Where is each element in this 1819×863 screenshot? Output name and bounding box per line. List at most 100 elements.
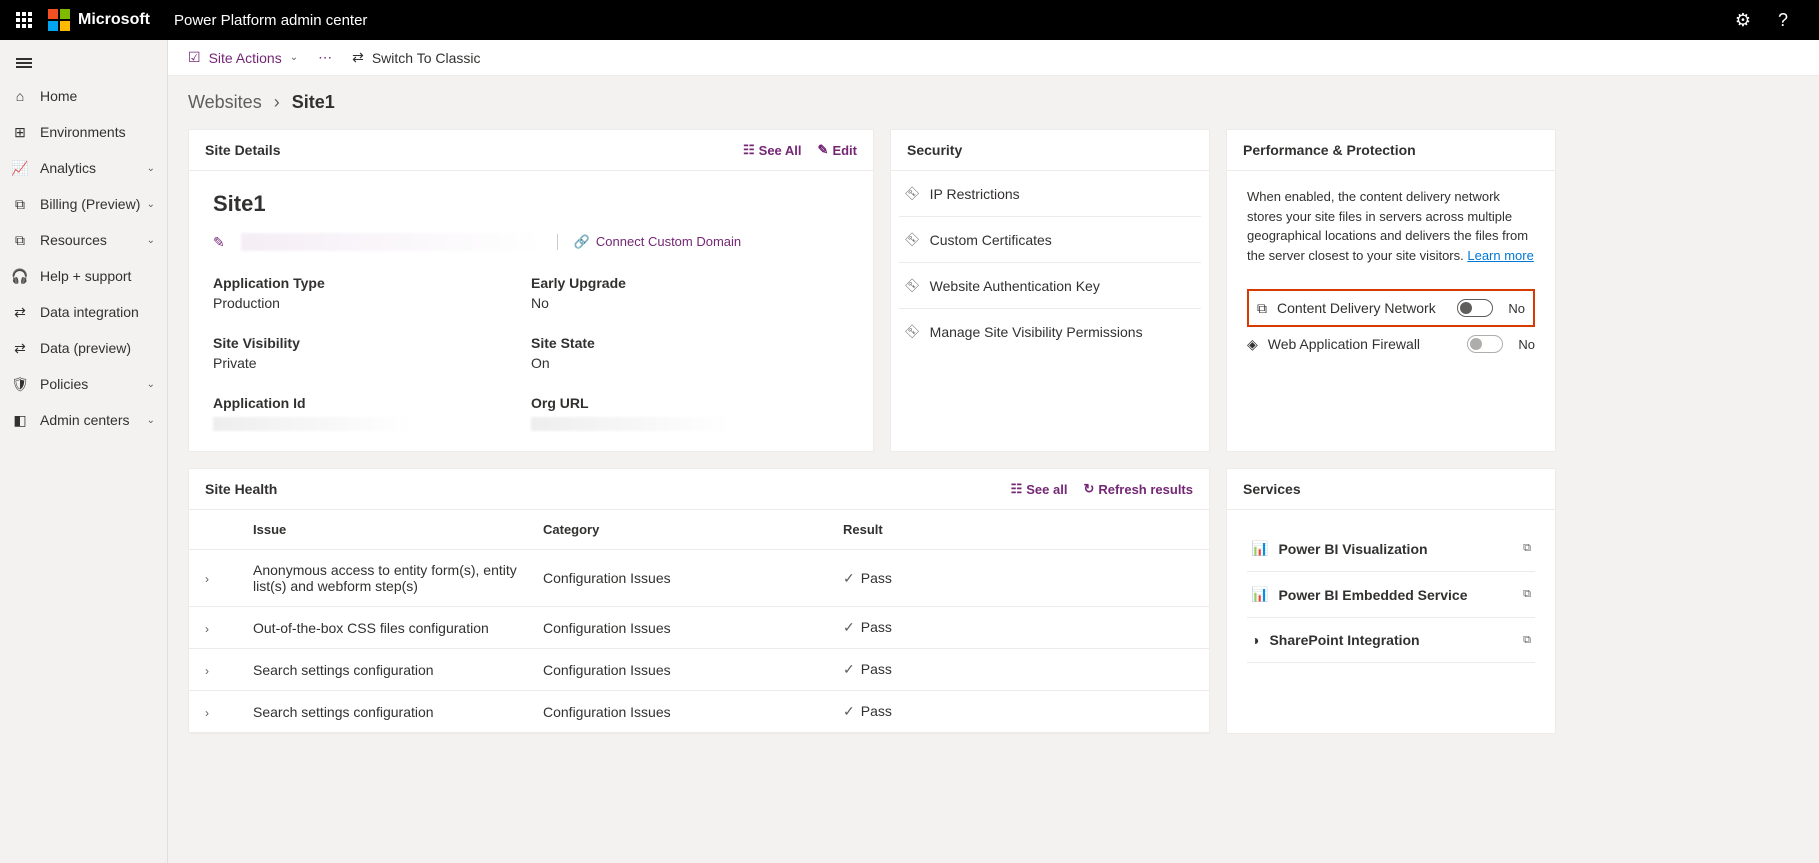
cdn-row: ⧉ Content Delivery Network No: [1247, 289, 1535, 327]
chevron-down-icon: ⌄: [147, 415, 155, 426]
service-powerbi-viz[interactable]: 📊Power BI Visualization⧉: [1247, 526, 1535, 572]
check-icon: ✓: [843, 661, 855, 677]
security-auth-key[interactable]: ⚿Website Authentication Key: [899, 263, 1201, 309]
app-launcher-icon[interactable]: [16, 12, 32, 28]
detail-app-type: Application TypeProduction: [213, 275, 531, 311]
left-nav: ⌂Home ⊞Environments 📈Analytics⌄ ⧉Billing…: [0, 40, 168, 863]
microsoft-logo: Microsoft: [48, 9, 150, 31]
breadcrumb-current: Site1: [292, 92, 335, 113]
key-icon: ⚿: [903, 184, 923, 204]
resources-icon: ⧉: [12, 232, 28, 248]
nav-home[interactable]: ⌂Home: [0, 78, 167, 114]
chevron-down-icon: ⌄: [147, 379, 155, 390]
waf-toggle[interactable]: [1467, 335, 1503, 353]
site-health-card: Site Health ☷See all ↻Refresh results Is…: [188, 468, 1210, 734]
connect-custom-domain-link[interactable]: 🔗Connect Custom Domain: [557, 234, 741, 250]
detail-org-url: Org URL: [531, 395, 849, 431]
chevron-down-icon: ⌄: [147, 163, 155, 174]
refresh-link[interactable]: ↻Refresh results: [1083, 481, 1193, 497]
refresh-icon: ↻: [1083, 481, 1094, 497]
nav-analytics[interactable]: 📈Analytics⌄: [0, 150, 167, 186]
card-title: Security: [907, 142, 962, 158]
nav-environments[interactable]: ⊞Environments: [0, 114, 167, 150]
site-details-card: Site Details ☷See All ✎Edit Site1 ✎ 🔗Con…: [188, 129, 874, 452]
pencil-icon[interactable]: ✎: [213, 234, 225, 251]
card-title: Performance & Protection: [1243, 142, 1416, 158]
see-all-link[interactable]: ☷See all: [1011, 481, 1068, 497]
app-id-redacted: [213, 417, 413, 431]
cdn-icon: ⧉: [1257, 300, 1267, 317]
list-icon: ☷: [1011, 481, 1023, 497]
expand-icon[interactable]: ›: [205, 706, 209, 720]
list-icon: ☷: [743, 142, 755, 158]
nav-collapse-button[interactable]: [0, 48, 167, 78]
health-row: ›Out-of-the-box CSS files configurationC…: [189, 607, 1209, 649]
security-visibility-permissions[interactable]: ⚿Manage Site Visibility Permissions: [899, 309, 1201, 354]
col-result: Result: [843, 522, 1193, 537]
more-actions-button[interactable]: ⋯: [318, 49, 332, 66]
cdn-description: When enabled, the content delivery netwo…: [1247, 187, 1535, 265]
data-integration-icon: ⇄: [12, 304, 28, 320]
nav-help[interactable]: 🎧Help + support: [0, 258, 167, 294]
health-row: ›Search settings configurationConfigurat…: [189, 691, 1209, 733]
learn-more-link[interactable]: Learn more: [1467, 248, 1533, 263]
service-sharepoint[interactable]: ◑SharePoint Integration⧉: [1247, 618, 1535, 663]
site-actions-button[interactable]: ☑Site Actions⌄: [188, 49, 298, 66]
sharepoint-icon: ◑: [1251, 632, 1259, 648]
top-bar: Microsoft Power Platform admin center ⚙ …: [0, 0, 1819, 40]
security-custom-certificates[interactable]: ⚿Custom Certificates: [899, 217, 1201, 263]
col-category: Category: [543, 522, 843, 537]
expand-icon[interactable]: ›: [205, 572, 209, 586]
swap-icon: ⇄: [352, 49, 364, 66]
analytics-icon: 📈: [12, 160, 28, 176]
nav-resources[interactable]: ⧉Resources⌄: [0, 222, 167, 258]
nav-data-preview[interactable]: ⇄Data (preview): [0, 330, 167, 366]
performance-card: Performance & Protection When enabled, t…: [1226, 129, 1556, 452]
cdn-toggle[interactable]: [1457, 299, 1493, 317]
help-icon[interactable]: ?: [1763, 0, 1803, 40]
check-icon: ✓: [843, 703, 855, 719]
policies-icon: 🛡: [12, 376, 28, 392]
health-row: ›Anonymous access to entity form(s), ent…: [189, 550, 1209, 607]
expand-icon[interactable]: ›: [205, 664, 209, 678]
card-title: Services: [1243, 481, 1301, 497]
health-table: Issue Category Result ›Anonymous access …: [189, 510, 1209, 733]
health-row: ›Search settings configurationConfigurat…: [189, 649, 1209, 691]
see-all-link[interactable]: ☷See All: [743, 142, 802, 158]
security-card: Security ⚿IP Restrictions ⚿Custom Certif…: [890, 129, 1210, 452]
col-issue: Issue: [253, 522, 543, 537]
pencil-icon: ✎: [818, 142, 829, 158]
link-icon: 🔗: [574, 234, 590, 250]
card-title: Site Details: [205, 142, 280, 158]
microsoft-text: Microsoft: [78, 11, 150, 29]
breadcrumb-parent[interactable]: Websites: [188, 92, 262, 113]
checkbox-icon: ☑: [188, 49, 201, 66]
external-link-icon: ⧉: [1523, 588, 1531, 601]
detail-visibility: Site VisibilityPrivate: [213, 335, 531, 371]
billing-icon: ⧉: [12, 196, 28, 212]
home-icon: ⌂: [12, 88, 28, 104]
nav-billing[interactable]: ⧉Billing (Preview)⌄: [0, 186, 167, 222]
check-icon: ✓: [843, 570, 855, 586]
switch-classic-button[interactable]: ⇄Switch To Classic: [352, 49, 480, 66]
command-bar: ☑Site Actions⌄ ⋯ ⇄Switch To Classic: [168, 40, 1819, 76]
nav-admin-centers[interactable]: ◧Admin centers⌄: [0, 402, 167, 438]
edit-link[interactable]: ✎Edit: [818, 142, 857, 158]
data-preview-icon: ⇄: [12, 340, 28, 356]
settings-icon[interactable]: ⚙: [1723, 0, 1763, 40]
environments-icon: ⊞: [12, 124, 28, 140]
waf-toggle-label: No: [1513, 337, 1535, 352]
waf-row: ◈ Web Application Firewall No: [1247, 327, 1535, 361]
chevron-down-icon: ⌄: [147, 235, 155, 246]
security-ip-restrictions[interactable]: ⚿IP Restrictions: [899, 171, 1201, 217]
key-icon: ⚿: [903, 276, 923, 296]
chevron-down-icon: ⌄: [147, 199, 155, 210]
detail-early-upgrade: Early UpgradeNo: [531, 275, 849, 311]
help-support-icon: 🎧: [12, 268, 28, 284]
expand-icon[interactable]: ›: [205, 622, 209, 636]
service-powerbi-embed[interactable]: 📊Power BI Embedded Service⧉: [1247, 572, 1535, 618]
nav-policies[interactable]: 🛡Policies⌄: [0, 366, 167, 402]
nav-data-integration[interactable]: ⇄Data integration: [0, 294, 167, 330]
admin-centers-icon: ◧: [12, 412, 28, 428]
services-card: Services 📊Power BI Visualization⧉ 📊Power…: [1226, 468, 1556, 734]
